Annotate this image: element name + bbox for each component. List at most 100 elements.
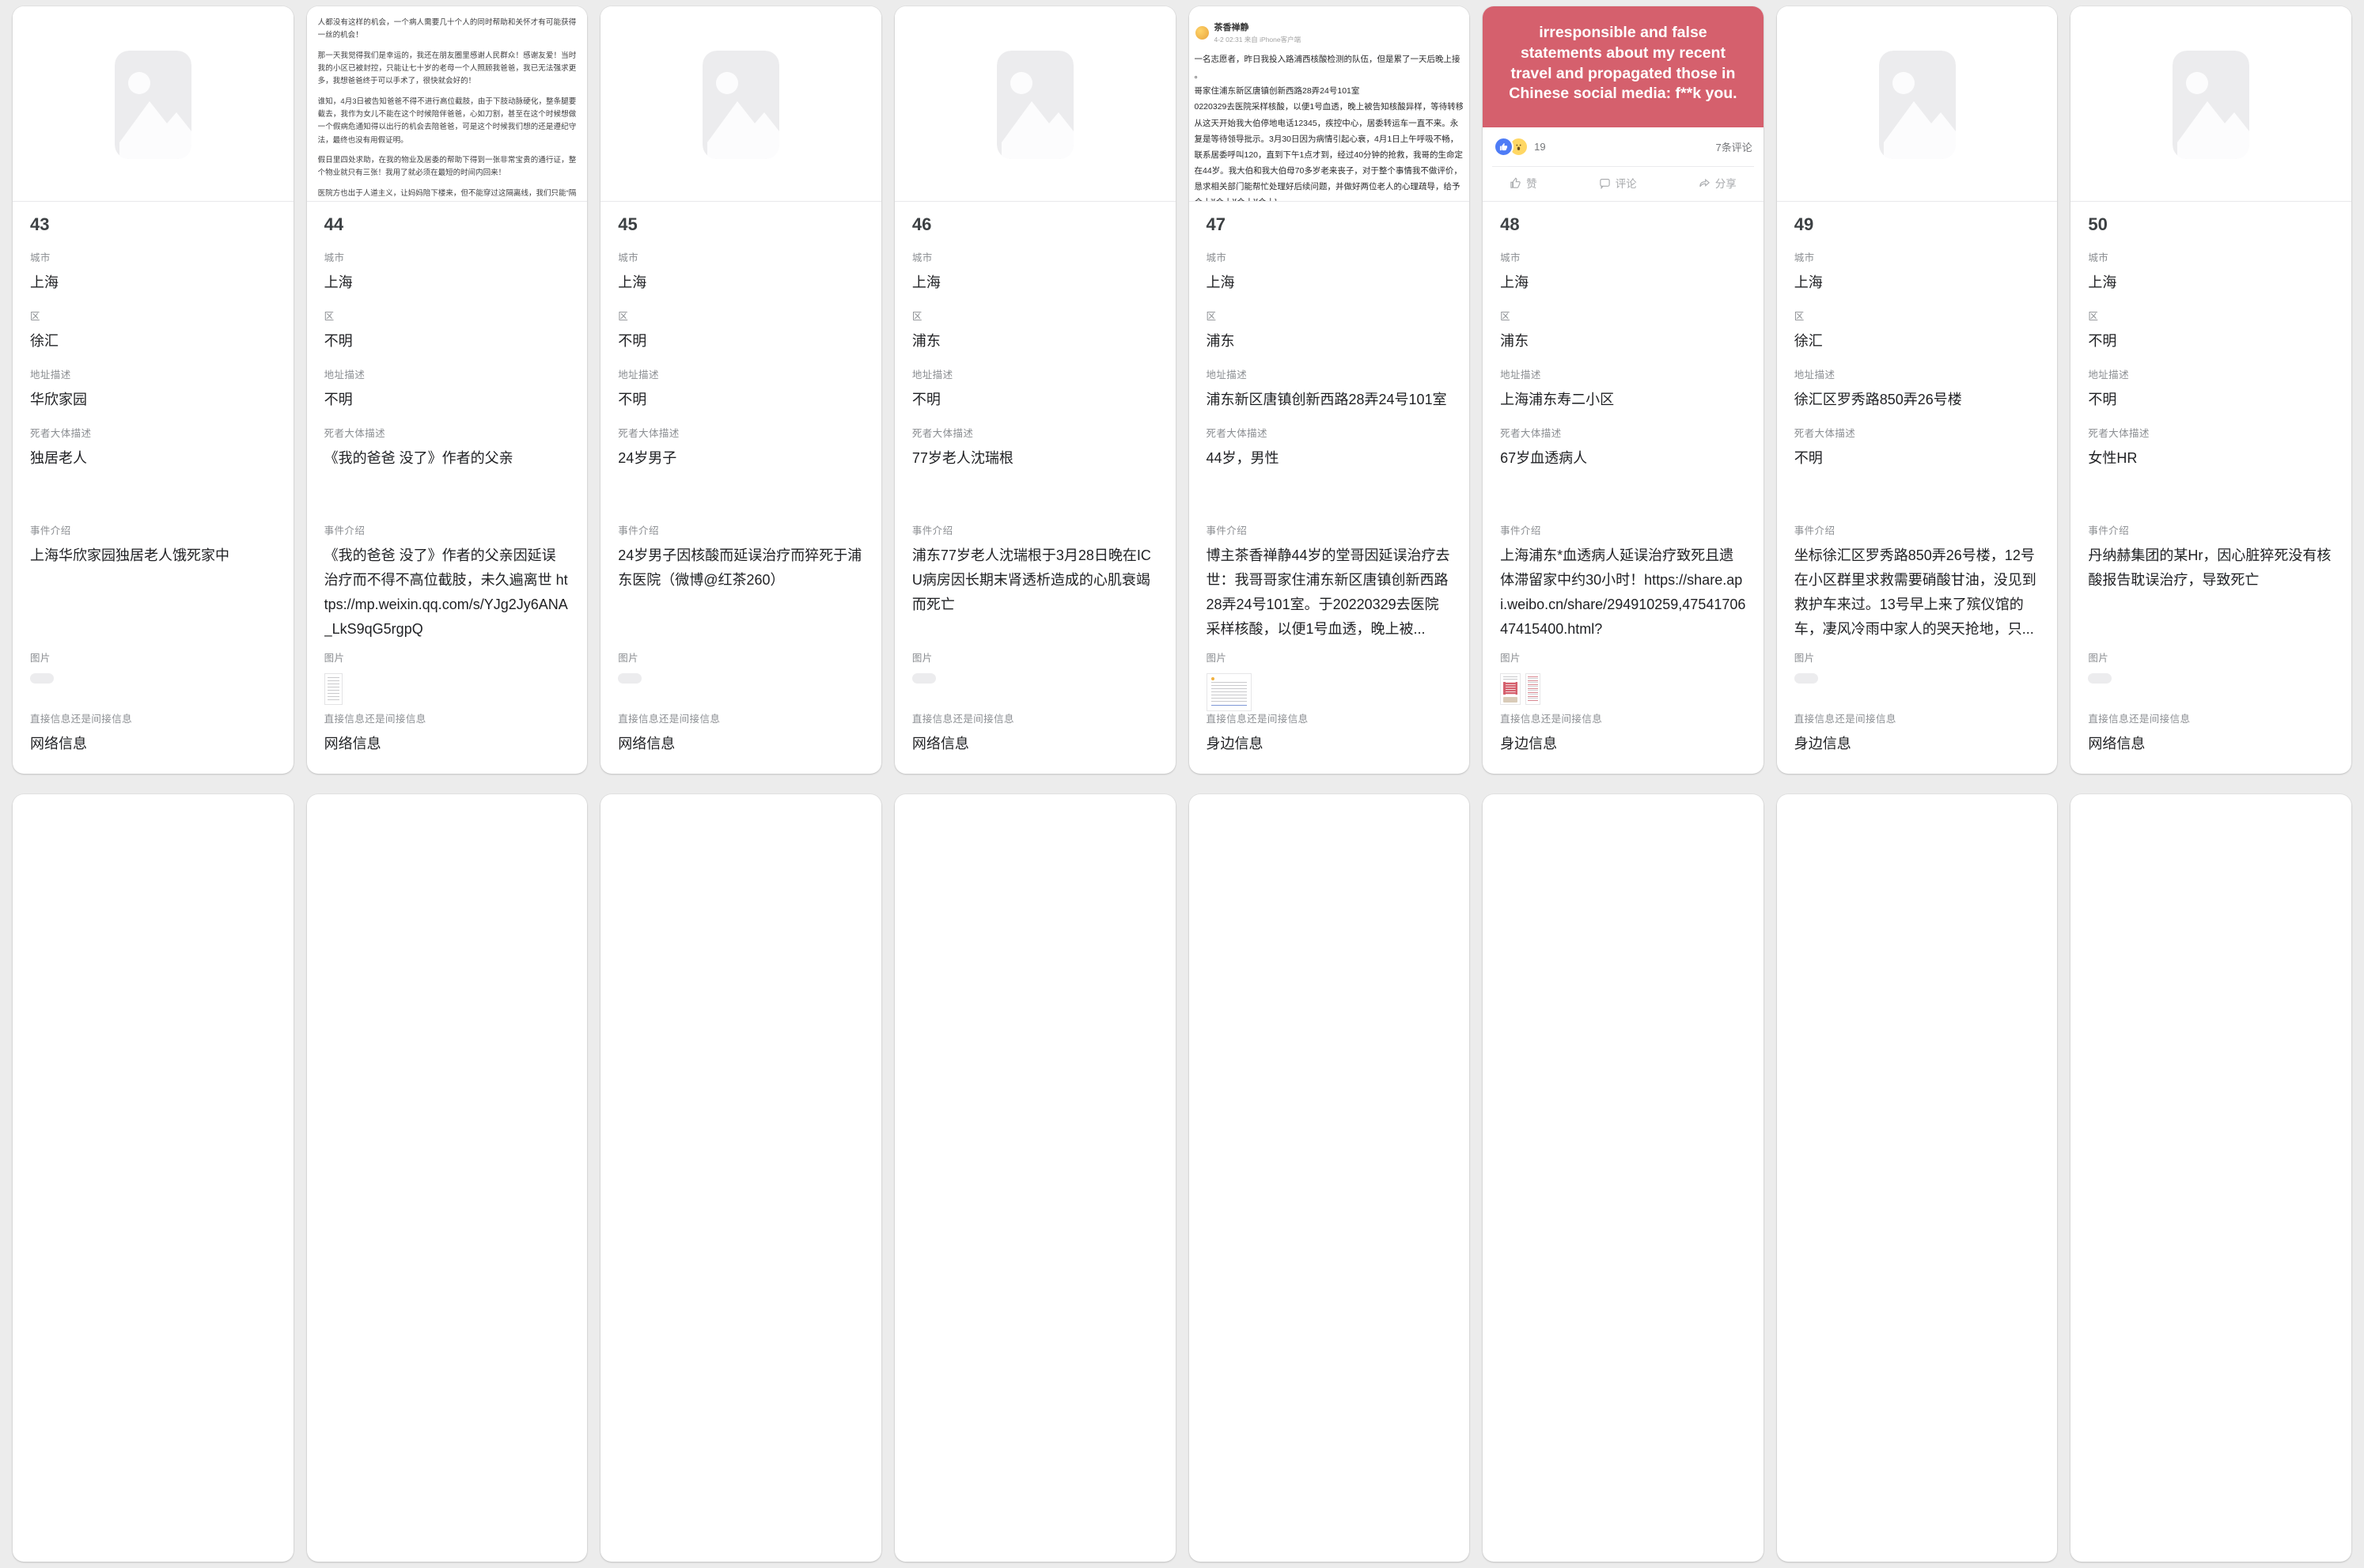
article-paragraph: 谁知，4月3日被告知爸爸不得不进行高位截肢，由于下肢动脉硬化，整条腿要截去，我作… bbox=[318, 96, 577, 147]
record-card[interactable]: 50 城市 上海 区 不明 地址描述 不明 死者大体描述 女性HR 事件介绍 丹… bbox=[2070, 6, 2351, 774]
facebook-reaction-bar: 19 7条评论 bbox=[1483, 127, 1764, 165]
record-card[interactable]: 46 城市 上海 区 浦东 地址描述 不明 死者大体描述 77岁老人沈瑞根 事件… bbox=[895, 6, 1176, 774]
image-thumb-slot[interactable] bbox=[1794, 673, 2040, 705]
field-deceased: 死者大体描述 独居老人 bbox=[30, 428, 276, 509]
field-deceased: 死者大体描述 44岁，男性 bbox=[1207, 428, 1453, 509]
field-image: 图片 bbox=[324, 653, 570, 705]
facebook-action-bar: 赞 评论 分享 bbox=[1492, 166, 1754, 191]
field-address: 地址描述 上海浦东寿二小区 bbox=[1500, 369, 1746, 412]
attachment-thumbnail-chat-list[interactable] bbox=[1525, 673, 1540, 705]
record-card[interactable]: 43 城市 上海 区 徐汇 地址描述 华欣家园 死者大体描述 独居老人 事件介绍… bbox=[13, 6, 294, 774]
field-event: 事件介绍 坐标徐汇区罗秀路850弄26号楼，12号在小区群里求救需要硝酸甘油，没… bbox=[1794, 525, 2040, 642]
field-district: 区 浦东 bbox=[1500, 311, 1746, 354]
card-media[interactable] bbox=[600, 6, 881, 202]
field-value-district: 浦东 bbox=[1500, 329, 1746, 354]
image-placeholder-icon bbox=[1879, 51, 1956, 159]
field-label-direct: 直接信息还是间接信息 bbox=[324, 714, 570, 725]
weibo-body: 一名志愿者，昨日我投入路浦西核酸检测的队伍，但是累了一天后晚上接。哥家住浦东新区… bbox=[1195, 51, 1464, 202]
field-image: 图片 bbox=[1500, 653, 1746, 705]
image-thumb-slot[interactable] bbox=[324, 673, 570, 705]
record-card-partial[interactable] bbox=[1189, 794, 1470, 1562]
field-address: 地址描述 不明 bbox=[912, 369, 1158, 412]
comment-count: 7条评论 bbox=[1716, 139, 1752, 154]
field-value-deceased: 独居老人 bbox=[30, 446, 276, 471]
card-number: 50 bbox=[2088, 214, 2334, 235]
field-value-direct: 身边信息 bbox=[1500, 732, 1746, 756]
field-label-direct: 直接信息还是间接信息 bbox=[1500, 714, 1746, 725]
share-action: 分享 bbox=[1699, 175, 1737, 191]
record-card[interactable]: 人都没有这样的机会，一个病人需要几十个人的同时帮助和关怀才有可能获得一丝的机会！… bbox=[307, 6, 588, 774]
card-media[interactable]: 茶香禅静 4-2 02:31 来自 iPhone客户端 一名志愿者，昨日我投入路… bbox=[1189, 6, 1470, 202]
attachment-thumbnail[interactable] bbox=[912, 673, 936, 684]
field-city: 城市 上海 bbox=[30, 252, 276, 295]
field-value-city: 上海 bbox=[1207, 271, 1453, 295]
image-thumb-slot[interactable] bbox=[912, 673, 1158, 705]
field-label-deceased: 死者大体描述 bbox=[618, 428, 864, 439]
record-card-partial[interactable] bbox=[1777, 794, 2058, 1562]
attachment-thumbnail[interactable] bbox=[30, 673, 54, 684]
record-card[interactable]: irresponsible and false statements about… bbox=[1483, 6, 1764, 774]
record-card-partial[interactable] bbox=[13, 794, 294, 1562]
card-media[interactable] bbox=[1777, 6, 2058, 202]
field-city: 城市 上海 bbox=[1500, 252, 1746, 295]
field-label-deceased: 死者大体描述 bbox=[2088, 428, 2334, 439]
field-label-image: 图片 bbox=[618, 653, 864, 664]
image-thumb-slot[interactable] bbox=[30, 673, 276, 705]
field-address: 地址描述 不明 bbox=[618, 369, 864, 412]
card-media[interactable] bbox=[13, 6, 294, 202]
card-media[interactable]: 人都没有这样的机会，一个病人需要几十个人的同时帮助和关怀才有可能获得一丝的机会！… bbox=[307, 6, 588, 202]
field-value-address: 不明 bbox=[618, 388, 864, 412]
image-thumb-slot[interactable] bbox=[2088, 673, 2334, 705]
attachment-thumbnail-screenshot[interactable] bbox=[1207, 673, 1252, 711]
record-card-partial[interactable] bbox=[307, 794, 588, 1562]
card-body: 44 城市 上海 区 不明 地址描述 不明 死者大体描述 《我的爸爸 没了》作者… bbox=[307, 202, 588, 774]
image-thumb-slot[interactable] bbox=[1207, 673, 1453, 705]
field-direct: 直接信息还是间接信息 网络信息 bbox=[618, 714, 864, 774]
record-card-partial[interactable] bbox=[2070, 794, 2351, 1562]
like-action: 赞 bbox=[1510, 175, 1537, 191]
record-card-partial[interactable] bbox=[1483, 794, 1764, 1562]
card-media[interactable] bbox=[895, 6, 1176, 202]
field-value-event: 丹纳赫集团的某Hr，因心脏猝死没有核酸报告耽误治疗，导致死亡 bbox=[2088, 543, 2334, 642]
field-address: 地址描述 浦东新区唐镇创新西路28弄24号101室 bbox=[1207, 369, 1453, 412]
attachment-thumbnail[interactable] bbox=[2088, 673, 2112, 684]
weibo-screenshot: 茶香禅静 4-2 02:31 来自 iPhone客户端 一名志愿者，昨日我投入路… bbox=[1189, 6, 1470, 202]
record-card-partial[interactable] bbox=[600, 794, 881, 1562]
image-placeholder bbox=[600, 6, 881, 201]
image-placeholder bbox=[1777, 6, 2058, 201]
field-deceased: 死者大体描述 《我的爸爸 没了》作者的父亲 bbox=[324, 428, 570, 509]
record-card-partial[interactable] bbox=[895, 794, 1176, 1562]
field-direct: 直接信息还是间接信息 网络信息 bbox=[2088, 714, 2334, 774]
weibo-text-line: 合十][合十][合十][合十] bbox=[1195, 195, 1464, 202]
thumbnail-red-banner bbox=[1503, 682, 1517, 695]
attachment-thumbnail-red-post[interactable] bbox=[1500, 673, 1521, 705]
field-image: 图片 bbox=[1207, 653, 1453, 705]
field-value-district: 徐汇 bbox=[30, 329, 276, 354]
record-card[interactable]: 茶香禅静 4-2 02:31 来自 iPhone客户端 一名志愿者，昨日我投入路… bbox=[1189, 6, 1470, 774]
attachment-thumbnail-document[interactable] bbox=[324, 673, 343, 705]
field-address: 地址描述 华欣家园 bbox=[30, 369, 276, 412]
image-thumb-slot[interactable] bbox=[1500, 673, 1746, 705]
field-label-image: 图片 bbox=[324, 653, 570, 664]
card-media[interactable]: irresponsible and false statements about… bbox=[1483, 6, 1764, 202]
record-card[interactable]: 45 城市 上海 区 不明 地址描述 不明 死者大体描述 24岁男子 事件介绍 … bbox=[600, 6, 881, 774]
image-thumb-slot[interactable] bbox=[618, 673, 864, 705]
field-value-address: 不明 bbox=[324, 388, 570, 412]
field-direct: 直接信息还是间接信息 身边信息 bbox=[1500, 714, 1746, 774]
attachment-thumbnail[interactable] bbox=[1794, 673, 1818, 684]
weibo-text-line: 在44岁。我大伯和我大伯母70多岁老来丧子，对于整个事情我不做评价， bbox=[1195, 163, 1464, 179]
weibo-timestamp: 4-2 02:31 来自 iPhone客户端 bbox=[1214, 35, 1301, 44]
weibo-text-line: 复是等待领导批示。3月30日因为病情引起心衰，4月1日上午呼吸不畅， bbox=[1195, 131, 1464, 147]
record-card[interactable]: 49 城市 上海 区 徐汇 地址描述 徐汇区罗秀路850弄26号楼 死者大体描述… bbox=[1777, 6, 2058, 774]
card-body: 45 城市 上海 区 不明 地址描述 不明 死者大体描述 24岁男子 事件介绍 … bbox=[600, 202, 881, 774]
weibo-text-line: 0220329去医院采样核酸，以便1号血透，晚上被告知核酸异样，等待转移 bbox=[1195, 99, 1464, 115]
field-deceased: 死者大体描述 77岁老人沈瑞根 bbox=[912, 428, 1158, 509]
image-placeholder-icon bbox=[2173, 51, 2249, 159]
attachment-thumbnail[interactable] bbox=[618, 673, 642, 684]
card-media[interactable] bbox=[2070, 6, 2351, 202]
field-value-direct: 网络信息 bbox=[912, 732, 1158, 756]
field-label-deceased: 死者大体描述 bbox=[30, 428, 276, 439]
field-value-event: 博主茶香禅静44岁的堂哥因延误治疗去世：我哥哥家住浦东新区唐镇创新西路28弄24… bbox=[1207, 543, 1453, 642]
image-placeholder-icon bbox=[115, 51, 191, 159]
field-label-district: 区 bbox=[1794, 311, 2040, 322]
